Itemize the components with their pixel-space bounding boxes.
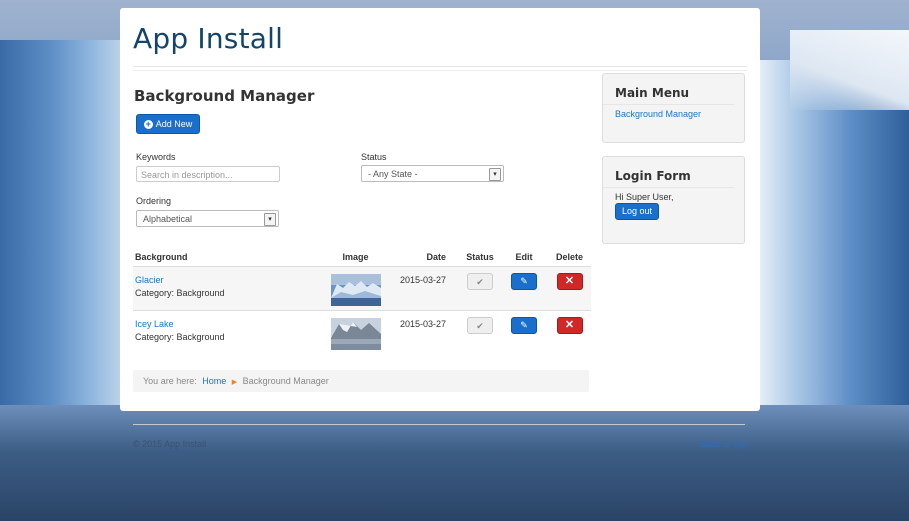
background-snow [790, 30, 909, 110]
ordering-label: Ordering [136, 196, 172, 206]
main-menu-title: Main Menu [603, 74, 734, 105]
column-header-status[interactable]: Status [460, 242, 500, 267]
footer-copyright: © 2015 App Install [133, 439, 207, 449]
background-table: Background Image Date Status Edit Delete… [133, 242, 591, 354]
glacier-thumbnail[interactable] [330, 274, 381, 306]
row-title-link[interactable]: Glacier [135, 275, 313, 285]
back-to-top-link[interactable]: Back to Top [700, 439, 747, 449]
add-new-label: Add New [155, 119, 193, 129]
column-header-image: Image [342, 252, 369, 262]
page-container: App Install Background Manager + Add New… [120, 8, 760, 411]
logout-button[interactable]: Log out [615, 203, 659, 220]
login-form-title: Login Form [603, 157, 734, 188]
row-date: 2015-03-27 [399, 319, 446, 329]
delete-button[interactable]: ✕ [556, 317, 583, 334]
footer-divider [133, 424, 745, 425]
add-new-button[interactable]: + Add New [136, 114, 200, 134]
login-form-module: Login Form Hi Super User, Log out [602, 156, 745, 244]
site-title[interactable]: App Install [133, 22, 283, 55]
ordering-select[interactable]: Alphabetical ▾ [136, 210, 279, 227]
breadcrumb: You are here: Home ▶ Background Manager [133, 370, 589, 392]
column-header-delete: Delete [555, 252, 583, 262]
menu-item-background-manager[interactable]: Background Manager [603, 105, 744, 123]
status-label: Status [361, 152, 387, 162]
background-glacier-right [760, 60, 909, 420]
login-greeting: Hi Super User, [615, 192, 674, 202]
status-toggle-button[interactable]: ✔ [467, 317, 493, 334]
table-row: Glacier Category: Background 2015-03-27 [133, 266, 591, 311]
delete-button[interactable]: ✕ [556, 273, 583, 290]
background-glacier-left [0, 40, 130, 420]
row-title-link[interactable]: Icey Lake [135, 319, 313, 329]
row-category: Category: Background [135, 288, 225, 298]
breadcrumb-current: Background Manager [242, 376, 329, 386]
main-menu-module: Main Menu Background Manager [602, 73, 745, 143]
breadcrumb-arrow-icon: ▶ [231, 379, 238, 386]
keywords-label: Keywords [136, 152, 176, 162]
caret-down-icon: ▾ [264, 213, 276, 226]
plus-circle-icon: + [143, 118, 153, 129]
status-select[interactable]: - Any State - ▾ [361, 165, 504, 182]
background-water [0, 405, 909, 521]
breadcrumb-home-link[interactable]: Home [202, 376, 226, 386]
row-category: Category: Background [135, 332, 225, 342]
column-header-edit: Edit [515, 252, 533, 262]
edit-button[interactable]: ✎ [511, 273, 537, 290]
status-toggle-button[interactable]: ✔ [467, 273, 493, 290]
keywords-input[interactable]: Search in description... [136, 166, 280, 182]
check-icon: ✔ [476, 277, 484, 287]
header-divider [133, 66, 747, 67]
row-date: 2015-03-27 [399, 275, 446, 285]
caret-down-icon: ▾ [489, 168, 501, 181]
edit-icon: ✎ [520, 276, 528, 286]
close-icon: ✕ [564, 275, 575, 287]
table-row: Icey Lake Category: Background 2015-03-2… [133, 310, 591, 354]
close-icon: ✕ [564, 319, 575, 331]
icey-lake-thumbnail[interactable] [330, 318, 381, 350]
edit-button[interactable]: ✎ [511, 317, 537, 334]
edit-icon: ✎ [520, 320, 528, 330]
column-header-date[interactable]: Date [398, 242, 460, 267]
check-icon: ✔ [476, 321, 484, 331]
page-heading: Background Manager [134, 87, 315, 105]
table-header-row: Background Image Date Status Edit Delete [133, 242, 591, 267]
status-select-value: - Any State - [368, 169, 418, 179]
header-divider-secondary [133, 70, 747, 71]
column-header-background[interactable]: Background [133, 242, 313, 267]
ordering-select-value: Alphabetical [143, 214, 193, 224]
breadcrumb-prefix: You are here: [143, 376, 197, 386]
